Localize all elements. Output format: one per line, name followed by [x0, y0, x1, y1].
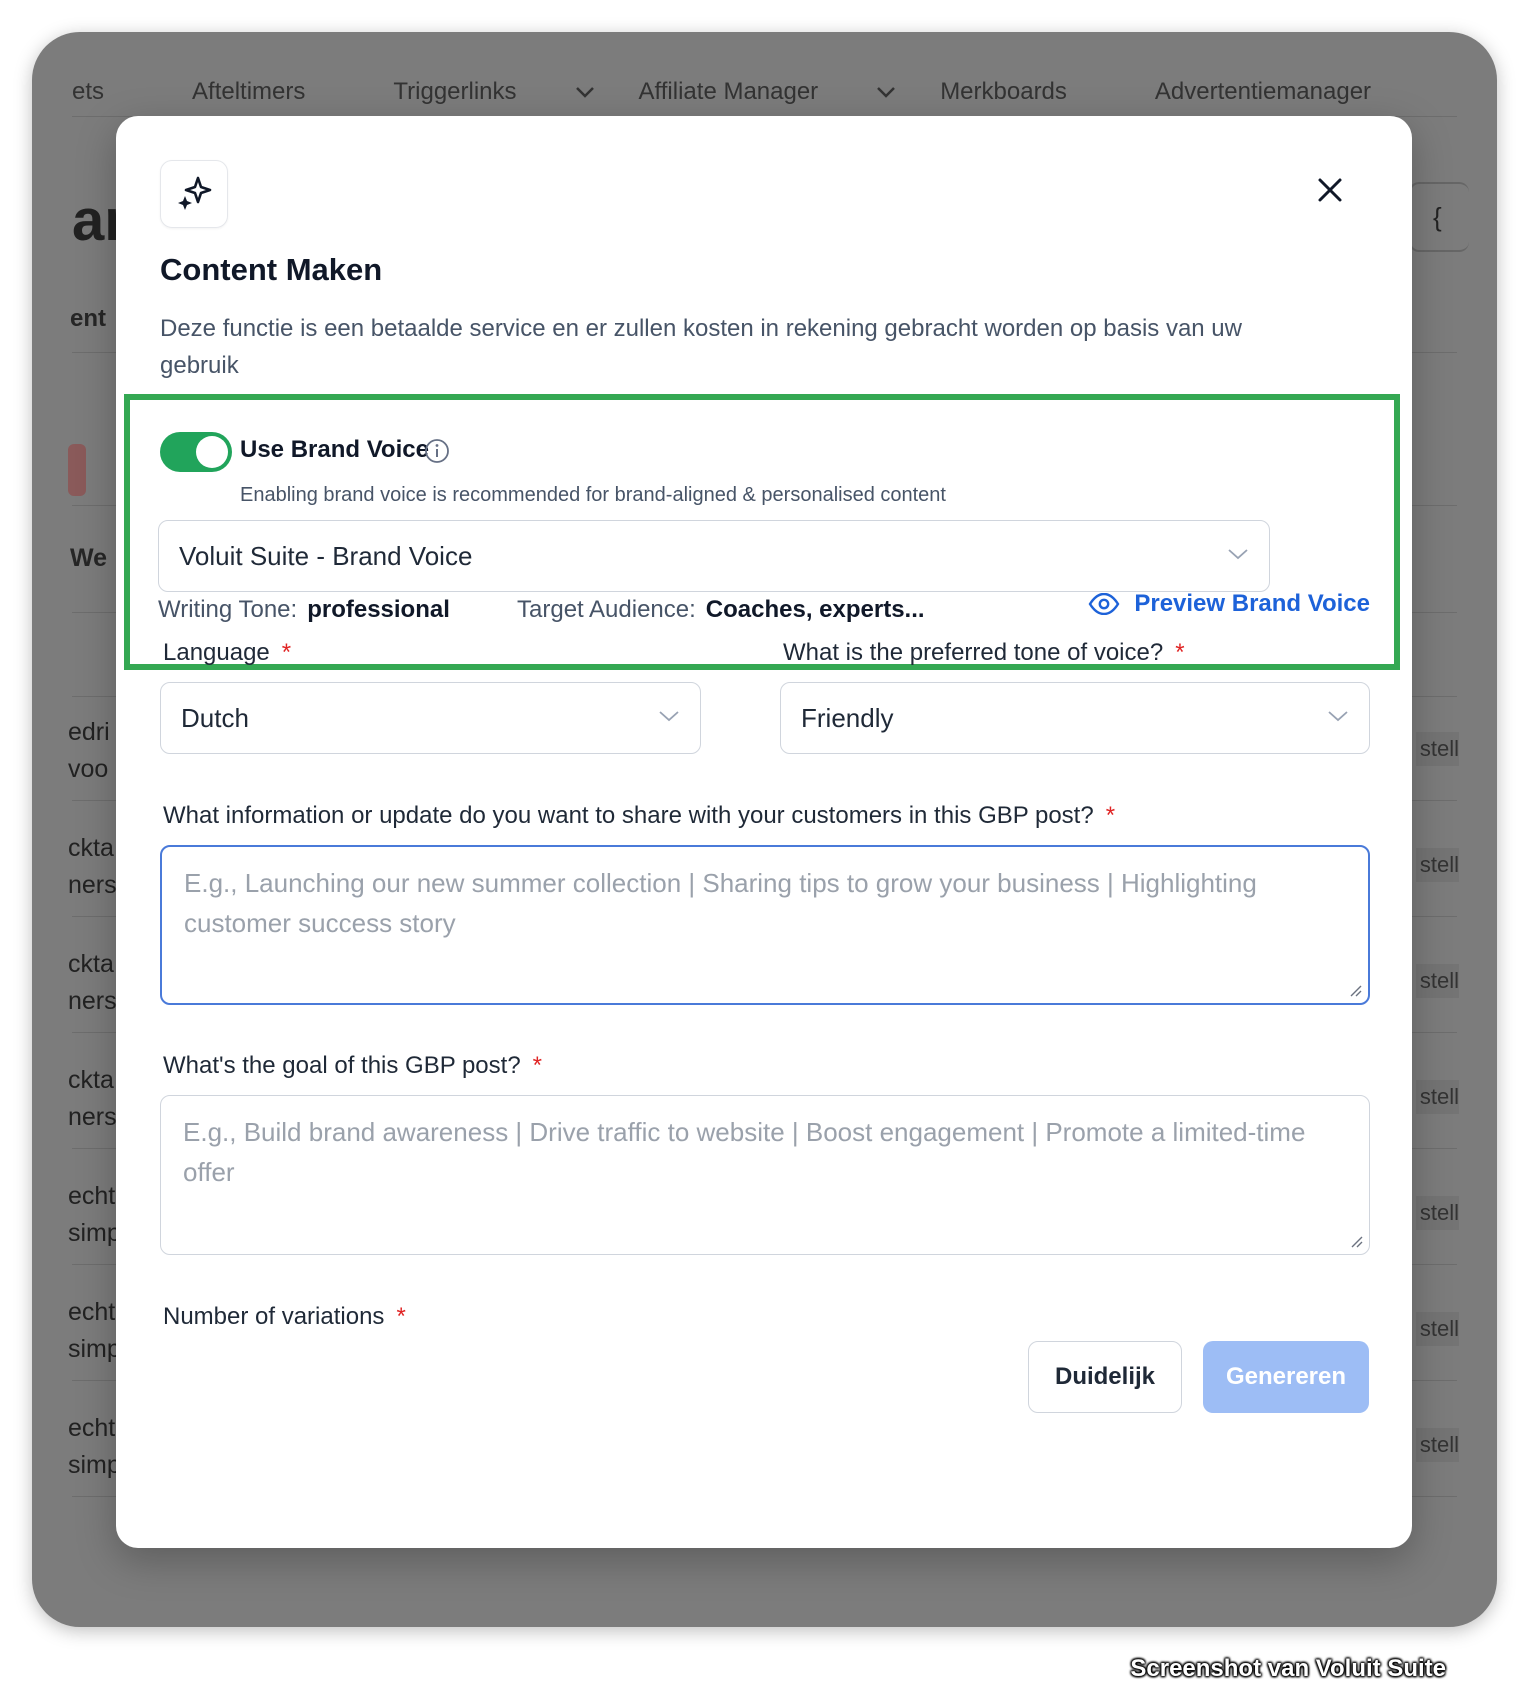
modal-description: Deze functie is een betaalde service en …	[160, 315, 1242, 379]
row-action[interactable]: stell	[1415, 1312, 1459, 1346]
chevron-down-icon	[1328, 711, 1348, 722]
toggle-knob	[196, 436, 228, 468]
close-button[interactable]	[1310, 170, 1350, 210]
preview-brand-voice-link[interactable]: Preview Brand Voice	[1088, 590, 1370, 618]
nav-item-afteltimers[interactable]: Afteltimers	[192, 78, 349, 106]
brand-voice-help-text: Enabling brand voice is recommended for …	[240, 484, 946, 506]
goal-textarea[interactable]: E.g., Build brand awareness | Drive traf…	[160, 1095, 1370, 1255]
nav-item-ets[interactable]: ets	[72, 78, 148, 106]
table-row: echt simp	[68, 1182, 121, 1247]
variations-label: Number of variations *	[163, 1303, 406, 1330]
info-placeholder: E.g., Launching our new summer collectio…	[184, 868, 1257, 938]
table-row: edri voo	[68, 718, 110, 783]
resize-grip-icon[interactable]	[1348, 983, 1362, 997]
table-row: ckta ners	[68, 834, 117, 899]
info-textarea[interactable]: E.g., Launching our new summer collectio…	[160, 845, 1370, 1005]
row-action[interactable]: stell	[1415, 848, 1459, 882]
table-row: ckta ners	[68, 1066, 117, 1131]
brand-voice-section: Use Brand Voice Enabling brand voice is …	[124, 394, 1400, 670]
nav-item-affiliate-manager[interactable]: Affiliate Manager	[639, 78, 897, 106]
nav-item-merkboards[interactable]: Merkboards	[940, 78, 1111, 106]
content-maken-modal: Content Maken Deze functie is een betaal…	[116, 116, 1412, 1548]
modal-title: Content Maken	[160, 252, 383, 287]
background-tab[interactable]: ent	[70, 305, 106, 333]
row-action[interactable]: stell	[1415, 1080, 1459, 1114]
social-avatar	[68, 444, 86, 496]
watermark: Screenshot van Voluit Suite	[1130, 1655, 1446, 1682]
table-row: echt simp	[68, 1414, 121, 1479]
chevron-down-icon	[1228, 549, 1248, 560]
info-label: What information or update do you want t…	[163, 802, 1116, 829]
brand-voice-select[interactable]: Voluit Suite - Brand Voice	[158, 520, 1270, 592]
row-action[interactable]: stell	[1415, 964, 1459, 998]
close-icon	[1318, 178, 1342, 202]
tone-select-value: Friendly	[801, 702, 894, 733]
nav-item-triggerlinks[interactable]: Triggerlinks	[393, 78, 594, 106]
target-audience-value: Coaches, experts...	[705, 596, 925, 623]
chevron-down-icon	[575, 87, 594, 98]
clear-button[interactable]: Duidelijk	[1028, 1341, 1182, 1413]
background-top-nav: ets Afteltimers Triggerlinks Affiliate M…	[72, 62, 1459, 122]
goal-label: What's the goal of this GBP post? *	[163, 1052, 543, 1079]
resize-grip-icon[interactable]	[1349, 1234, 1363, 1248]
info-icon[interactable]	[424, 438, 450, 464]
brand-voice-toggle[interactable]	[160, 432, 232, 472]
sparkles-icon	[160, 160, 228, 228]
writing-tone-value: professional	[307, 596, 450, 623]
target-audience: Target Audience: Coaches, experts...	[517, 596, 925, 623]
row-action[interactable]: stell	[1415, 732, 1459, 766]
table-row: ckta ners	[68, 950, 117, 1015]
preview-brand-voice-label: Preview Brand Voice	[1134, 590, 1370, 617]
goal-placeholder: E.g., Build brand awareness | Drive traf…	[183, 1117, 1306, 1187]
brand-voice-label: Use Brand Voice	[240, 436, 429, 463]
row-action[interactable]: stell	[1415, 1196, 1459, 1230]
writing-tone: Writing Tone: professional	[158, 596, 450, 623]
tone-label: What is the preferred tone of voice? *	[783, 639, 1185, 666]
table-row: echt simp	[68, 1298, 121, 1363]
chevron-down-icon	[659, 711, 679, 722]
nav-item-advertentiemanager[interactable]: Advertentiemanager	[1155, 78, 1415, 106]
language-select-value: Dutch	[181, 702, 249, 733]
tone-select[interactable]: Friendly	[780, 682, 1370, 754]
generate-button[interactable]: Genereren	[1203, 1341, 1369, 1413]
background-code-button[interactable]: {	[1409, 182, 1469, 252]
background-section-title: We	[70, 544, 108, 572]
eye-icon	[1088, 593, 1120, 615]
brand-voice-select-value: Voluit Suite - Brand Voice	[179, 540, 473, 571]
chevron-down-icon	[877, 87, 896, 98]
row-action[interactable]: stell	[1415, 1428, 1459, 1462]
language-select[interactable]: Dutch	[160, 682, 701, 754]
language-label: Language *	[163, 639, 292, 666]
